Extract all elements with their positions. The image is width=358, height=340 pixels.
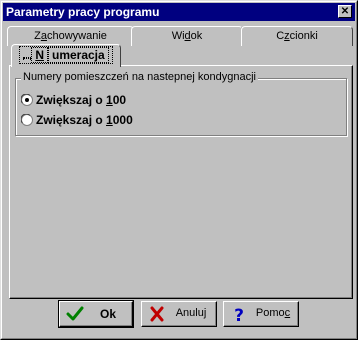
svg-text:?: ?: [234, 306, 244, 322]
cancel-button[interactable]: Anuluj: [141, 301, 217, 327]
tab-czcionki[interactable]: Czcionki: [241, 26, 353, 46]
radio-option-100[interactable]: Zwiększaj o 100: [21, 93, 126, 107]
close-button[interactable]: ✕: [338, 5, 352, 18]
tab-label: Numeracja: [19, 46, 113, 64]
tab-label: Widok: [171, 30, 203, 42]
question-icon: ?: [230, 306, 248, 326]
radio-selected-icon[interactable]: [21, 94, 33, 106]
ok-button[interactable]: Ok: [58, 300, 134, 328]
cancel-label: Anuluj: [175, 307, 207, 319]
tab-numeracja[interactable]: Numeracja: [11, 44, 121, 67]
radio-label: Zwiększaj o 100: [36, 93, 127, 107]
title-bar[interactable]: Parametry pracy programu ✕: [3, 3, 355, 21]
help-label: Pomoc: [255, 307, 291, 319]
help-button[interactable]: ? Pomoc: [223, 301, 299, 327]
tab-zachowywanie[interactable]: Zachowywanie: [7, 26, 134, 46]
dialog-window: Parametry pracy programu ✕ Zachowywanie …: [0, 0, 358, 340]
close-icon: ✕: [340, 6, 350, 17]
radio-unselected-icon[interactable]: [21, 114, 33, 126]
group-box: [15, 78, 347, 136]
tab-label: Czcionki: [276, 30, 318, 42]
tab-widok[interactable]: Widok: [131, 26, 243, 46]
tab-label: Zachowywanie: [34, 30, 107, 42]
radio-label: Zwiększaj o 1000: [36, 113, 133, 127]
cross-icon: [148, 306, 166, 322]
radio-option-1000[interactable]: Zwiększaj o 1000: [21, 113, 133, 127]
ok-label: Ok: [99, 307, 116, 321]
group-box-title: Numery pomieszczeń na nastepnej kondygna…: [21, 71, 258, 83]
checkmark-icon: [66, 306, 84, 322]
window-title: Parametry pracy programu: [6, 5, 160, 19]
